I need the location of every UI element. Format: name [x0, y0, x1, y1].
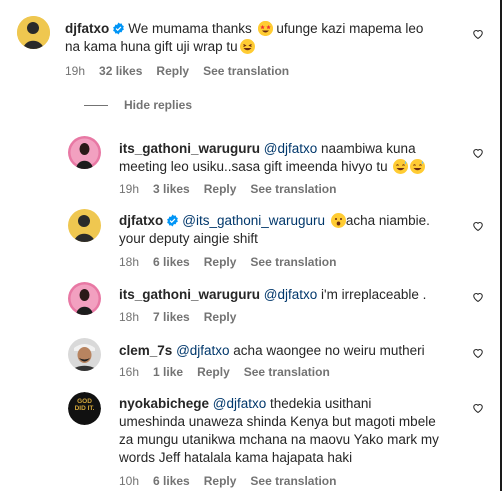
avatar-image — [68, 282, 101, 315]
see-translation-button[interactable]: See translation — [250, 255, 336, 269]
reply-button[interactable]: Reply — [204, 310, 237, 324]
like-count-button[interactable]: 7 likes — [153, 310, 190, 324]
reply-button[interactable]: Reply — [156, 64, 189, 78]
comment-time: 16h — [119, 365, 140, 379]
comment-text: i'm irreplaceable . — [317, 287, 427, 302]
mention-link[interactable]: @djfatxo — [176, 343, 229, 358]
mention-link[interactable]: @djfatxo — [264, 287, 317, 302]
see-translation-button[interactable]: See translation — [250, 182, 336, 196]
comment-meta: 19h 3 likes Reply See translation — [119, 182, 336, 196]
comment-body: djfatxo We mumama thanks ufunge kazi mape… — [65, 20, 435, 56]
see-translation-button[interactable]: See translation — [203, 64, 289, 78]
avatar-image — [17, 16, 50, 49]
like-count-button[interactable]: 32 likes — [99, 64, 142, 78]
like-count-button[interactable]: 3 likes — [153, 182, 190, 196]
comment-meta: 18h 6 likes Reply See translation — [119, 255, 336, 269]
comment-username[interactable]: nyokabichege — [119, 396, 209, 411]
avatar[interactable] — [68, 338, 101, 371]
hide-replies-button[interactable]: Hide replies — [84, 98, 192, 112]
comment-body: clem_7s @djfatxo acha waongee no weiru m… — [119, 342, 439, 360]
see-translation-button[interactable]: See translation — [250, 474, 336, 488]
comment-username[interactable]: its_gathoni_waruguru — [119, 141, 260, 156]
comment-time: 18h — [119, 310, 140, 324]
avatar-image — [68, 209, 101, 242]
avatar-logo-text: GOD DID IT. — [74, 398, 95, 412]
avatar[interactable]: GOD DID IT. — [68, 392, 101, 425]
reply-button[interactable]: Reply — [197, 365, 230, 379]
comment-time: 19h — [65, 64, 86, 78]
comment-username[interactable]: djfatxo — [65, 21, 109, 36]
like-heart-icon[interactable] — [472, 402, 484, 414]
comment-body: djfatxo @its_gathoni_waruguru acha niambi… — [119, 212, 439, 248]
surprised-emoji-icon — [330, 213, 346, 228]
comment-text: acha waongee no weiru mutheri — [229, 343, 425, 358]
mention-link[interactable]: @its_gathoni_waruguru — [182, 213, 325, 228]
sweat-smile-emoji-icon — [393, 159, 409, 174]
comment-time: 19h — [119, 182, 140, 196]
like-heart-icon[interactable] — [472, 28, 484, 40]
comment-body: its_gathoni_waruguru @djfatxo i'm irrepl… — [119, 286, 439, 304]
comment-meta: 18h 7 likes Reply — [119, 310, 236, 324]
avatar[interactable] — [17, 16, 50, 49]
comment-text: We mumama thanks — [128, 21, 252, 36]
like-heart-icon[interactable] — [472, 147, 484, 159]
comment-username[interactable]: djfatxo — [119, 213, 163, 228]
star-struck-emoji-icon — [257, 21, 273, 36]
avatar[interactable] — [68, 136, 101, 169]
mention-link[interactable]: @djfatxo — [264, 141, 317, 156]
verified-badge-icon — [167, 214, 179, 227]
reply-button[interactable]: Reply — [204, 182, 237, 196]
like-count-button[interactable]: 6 likes — [153, 255, 190, 269]
laughing-emoji-icon — [239, 39, 255, 54]
avatar[interactable] — [68, 209, 101, 242]
like-heart-icon[interactable] — [472, 220, 484, 232]
like-count-button[interactable]: 6 likes — [153, 474, 190, 488]
hide-replies-divider — [84, 104, 108, 106]
like-heart-icon[interactable] — [472, 347, 484, 359]
comment-meta: 10h 6 likes Reply See translation — [119, 474, 336, 488]
comment-time: 18h — [119, 255, 140, 269]
sweat-smile-emoji-icon — [410, 159, 426, 174]
avatar-image — [68, 338, 101, 371]
comment-meta: 19h 32 likes Reply See translation — [65, 64, 289, 78]
see-translation-button[interactable]: See translation — [244, 365, 330, 379]
avatar[interactable] — [68, 282, 101, 315]
comment-meta: 16h 1 like Reply See translation — [119, 365, 330, 379]
reply-button[interactable]: Reply — [204, 474, 237, 488]
like-count-button[interactable]: 1 like — [153, 365, 183, 379]
comment-body: its_gathoni_waruguru @djfatxo naambiwa k… — [119, 140, 439, 176]
hide-replies-label: Hide replies — [124, 98, 193, 112]
comment-username[interactable]: clem_7s — [119, 343, 172, 358]
comment-time: 10h — [119, 474, 140, 488]
mention-link[interactable]: @djfatxo — [213, 396, 266, 411]
verified-badge-icon — [113, 22, 125, 35]
like-heart-icon[interactable] — [472, 291, 484, 303]
comment-body: nyokabichege @djfatxo thedekia usithani … — [119, 395, 439, 467]
avatar-image — [68, 136, 101, 169]
reply-button[interactable]: Reply — [204, 255, 237, 269]
comment-username[interactable]: its_gathoni_waruguru — [119, 287, 260, 302]
